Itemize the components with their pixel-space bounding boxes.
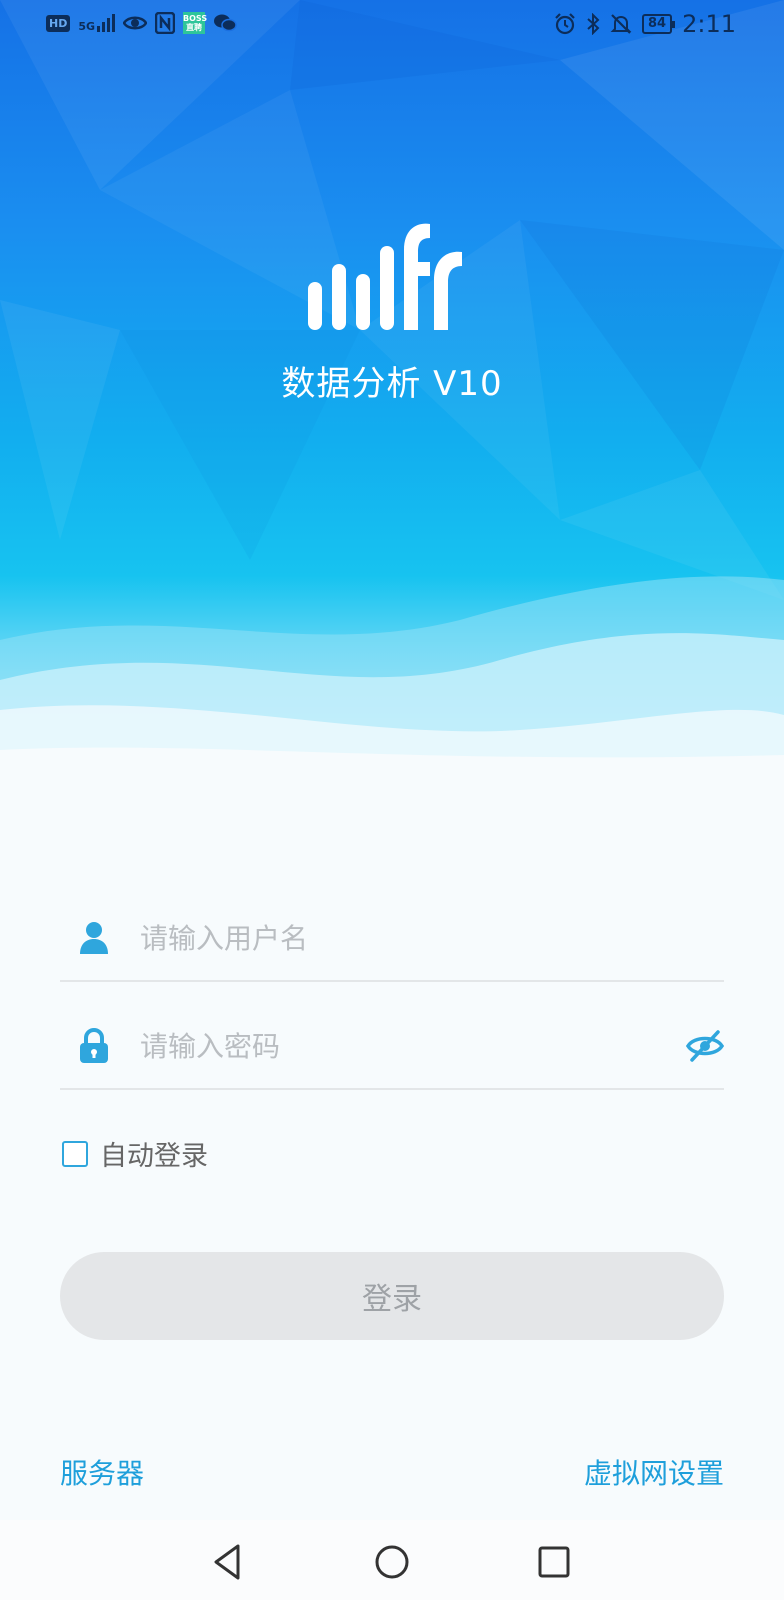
auto-login-toggle[interactable]: 自动登录 [62,1134,208,1173]
back-triangle-icon[interactable] [206,1540,250,1584]
auto-login-label: 自动登录 [100,1141,208,1172]
lock-icon [80,1028,108,1063]
wechat-icon [214,14,237,32]
mute-bell-icon [610,14,632,34]
app-title: 数据分析 V10 [281,364,503,404]
5g-signal-icon: 5G [78,14,116,32]
password-input[interactable] [140,1018,660,1074]
recents-square-icon[interactable] [532,1540,576,1584]
nfc-icon [155,12,176,34]
bluetooth-icon [587,13,600,35]
boss-app-icon: BOSS 直聘 [183,12,208,34]
eye-icon [123,16,148,30]
server-link[interactable]: 服务器 [60,1452,144,1492]
auto-login-checkbox[interactable] [62,1140,88,1167]
vpn-settings-link[interactable]: 虚拟网设置 [584,1452,724,1492]
home-circle-icon[interactable] [370,1540,414,1584]
username-input[interactable] [140,910,660,966]
fr-logo [308,223,462,330]
login-button[interactable]: 登录 [60,1252,724,1340]
hd-icon: HD [46,14,71,32]
eye-hidden-icon[interactable] [686,1028,724,1064]
status-time: 2:11 [682,10,736,38]
alarm-icon [555,13,575,35]
battery-icon: 84 [642,14,676,34]
password-field-row [60,990,724,1090]
username-field-row [60,882,724,982]
user-icon [80,922,108,954]
wave-decoration [0,576,784,800]
status-bar: HD 5G BOSS 直聘 84 2:11 [0,0,784,50]
system-nav-bar [0,1520,784,1600]
